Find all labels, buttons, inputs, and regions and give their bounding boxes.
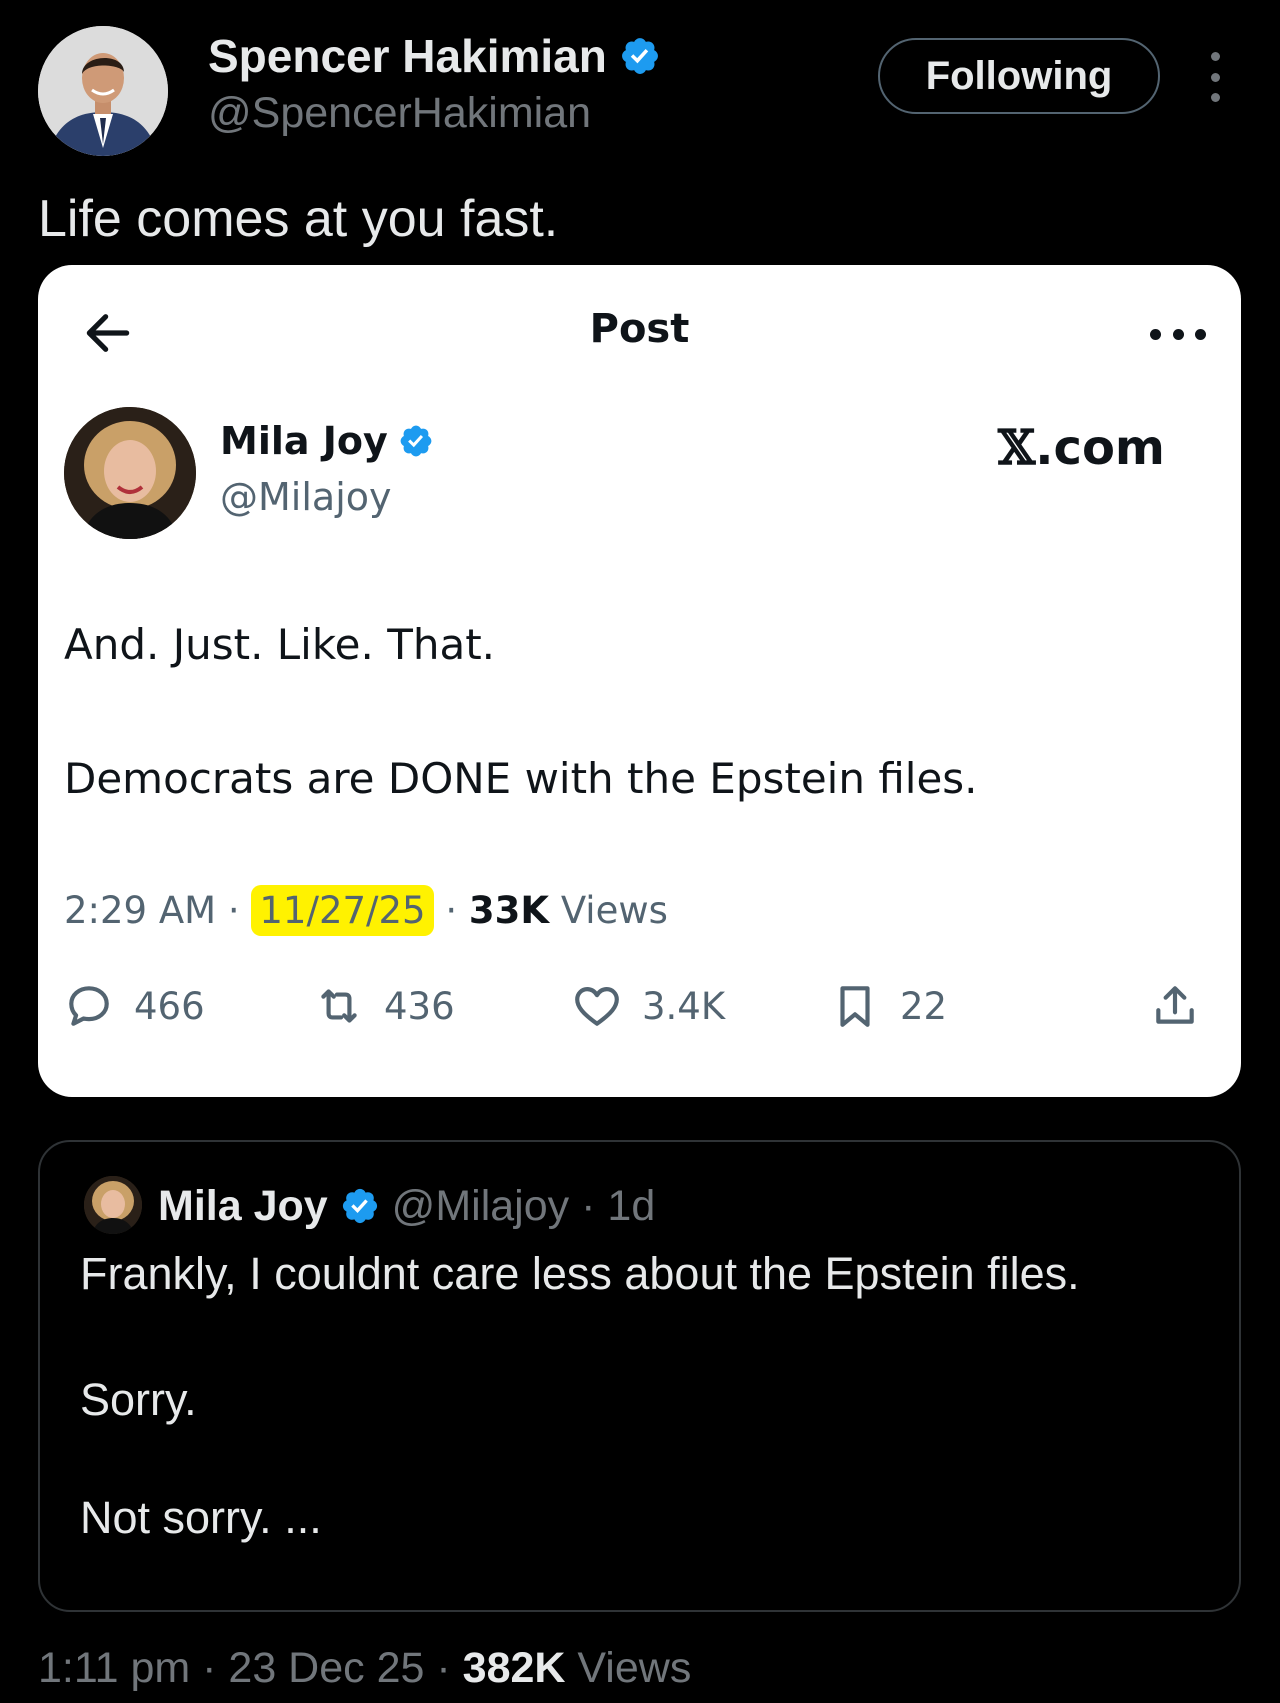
- screenshot-repost-stat: 436: [314, 977, 455, 1035]
- screenshot-verified-badge-icon: [400, 425, 432, 457]
- screenshot-text-line-1: And. Just. Like. That.: [64, 620, 496, 669]
- screenshot-views-count: 33K: [468, 889, 550, 932]
- screenshot-text-line-2: Democrats are DONE with the Epstein file…: [64, 754, 978, 803]
- author-name[interactable]: Spencer Hakimian: [208, 28, 607, 84]
- like-count: 3.4K: [642, 984, 726, 1028]
- screenshot-views-label: Views: [560, 889, 668, 932]
- quoted-tweet[interactable]: Mila Joy @Milajoy · 1d Frankly, I couldn…: [38, 1140, 1241, 1612]
- screenshot-author-name-row: Mila Joy: [220, 417, 434, 465]
- screenshot-site-label: 𝕏.com: [998, 419, 1165, 477]
- screenshot-author-avatar: [64, 407, 196, 539]
- x-logo-icon: 𝕏: [998, 420, 1036, 476]
- following-button[interactable]: Following: [878, 38, 1160, 114]
- screenshot-header-title: Post: [589, 306, 690, 352]
- quoted-author-avatar: [84, 1176, 142, 1234]
- screenshot-author-name: Mila Joy: [220, 419, 388, 463]
- quoted-age: · 1d: [581, 1182, 656, 1230]
- quoted-text-line-3: Not sorry. ...: [80, 1492, 322, 1543]
- screenshot-reply-stat: 466: [64, 977, 205, 1035]
- reply-icon: [69, 986, 109, 1026]
- tweet-views-count: 382K: [462, 1644, 566, 1692]
- tweet-date[interactable]: 23 Dec 25: [228, 1644, 424, 1692]
- bookmark-count: 22: [900, 984, 948, 1028]
- repost-icon: [321, 989, 357, 1023]
- author-avatar[interactable]: [38, 26, 168, 156]
- author-avatar-image: [38, 26, 168, 156]
- screenshot-author-handle: @Milajoy: [220, 475, 392, 519]
- quoted-author-handle: @Milajoy: [391, 1182, 570, 1230]
- quoted-text-line-1: Frankly, I couldnt care less about the E…: [80, 1248, 1080, 1299]
- quoted-author-name: Mila Joy: [158, 1182, 328, 1230]
- screenshot-bookmark-stat: 22: [830, 977, 947, 1035]
- screenshot-like-stat: 3.4K: [572, 977, 725, 1035]
- repost-count: 436: [384, 984, 455, 1028]
- verified-badge-icon: [621, 38, 658, 74]
- author-handle[interactable]: @SpencerHakimian: [208, 88, 591, 138]
- screenshot-more-icon: [1150, 327, 1206, 341]
- attached-image[interactable]: Post Mila Joy @Milajoy 𝕏.com And. Just. …: [38, 265, 1241, 1097]
- tweet-text: Life comes at you fast.: [38, 190, 559, 248]
- screenshot-site-suffix: .com: [1035, 420, 1165, 476]
- tweet-meta: 1:11 pm · 23 Dec 25 · 382K Views: [38, 1644, 692, 1692]
- screenshot-share-stat: [1150, 977, 1200, 1035]
- tweet-time[interactable]: 1:11 pm: [38, 1644, 190, 1692]
- tweet-views-label: Views: [577, 1644, 692, 1692]
- screenshot-meta: 2:29 AM · 11/27/25 · 33K Views: [64, 885, 668, 937]
- share-icon: [1156, 986, 1194, 1024]
- quoted-verified-badge-icon: [342, 1188, 377, 1224]
- reply-count: 466: [134, 984, 205, 1028]
- quoted-text-line-2: Sorry.: [80, 1374, 197, 1425]
- quoted-header: Mila Joy @Milajoy · 1d: [158, 1178, 655, 1234]
- bookmark-icon: [840, 986, 870, 1027]
- screenshot-date-highlight: 11/27/25: [251, 885, 434, 936]
- author-name-row[interactable]: Spencer Hakimian: [208, 28, 661, 84]
- more-options-icon[interactable]: [1200, 52, 1230, 102]
- heart-icon: [575, 987, 619, 1026]
- screenshot-time: 2:29 AM: [64, 889, 217, 932]
